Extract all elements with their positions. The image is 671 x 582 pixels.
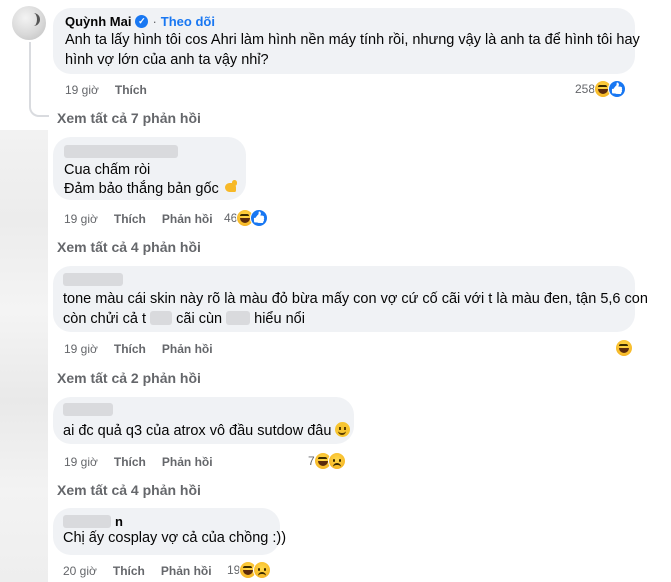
view-replies-link[interactable]: Xem tất cả 2 phản hồi (57, 370, 201, 386)
blurred-avatar-column (0, 130, 48, 582)
reply-button[interactable]: Phản hồi (161, 564, 212, 578)
follow-button[interactable]: Theo dõi (161, 14, 215, 29)
comment-text-line: ai đc quả q3 của atrox vô đầu sutdow đâu (63, 421, 351, 441)
comment-text-line: Cua chấm ròi (64, 162, 151, 178)
comment-text-line: Anh ta lấy hình tôi cos Ahri làm hình nề… (65, 32, 640, 48)
view-replies-link[interactable]: Xem tất cả 7 phản hồi (57, 110, 201, 126)
comment-text: Đảm bảo thắng bản gốc (64, 181, 219, 197)
like-button[interactable]: Thích (114, 212, 146, 226)
comment-text-line: Chị ấy cosplay vợ cả của chồng :)) (63, 530, 287, 546)
reply-button[interactable]: Phản hồi (162, 342, 213, 356)
comment-author: Quỳnh Mai ✓ · Theo dõi (65, 14, 215, 29)
sad-icon (327, 452, 346, 470)
comment-actions: 19 giờ Thích Phản hồi (64, 212, 213, 226)
haha-icon (615, 339, 633, 357)
redacted-author-name (63, 403, 113, 416)
timestamp[interactable]: 19 giờ (64, 342, 98, 356)
timestamp[interactable]: 19 giờ (65, 83, 99, 97)
smiling-face-icon (335, 422, 351, 437)
reaction-summary[interactable]: 7 (308, 452, 346, 470)
avatar[interactable] (12, 6, 46, 40)
comment-text: ai đc quả q3 của atrox vô đầu sutdow đâu (63, 423, 332, 439)
like-icon (250, 209, 269, 227)
redacted-author-name (63, 273, 123, 286)
like-button[interactable]: Thích (114, 455, 146, 469)
comment-actions: 19 giờ Thích Phản hồi (64, 342, 213, 356)
reaction-summary[interactable]: 46 (224, 209, 269, 227)
author-name[interactable]: Quỳnh Mai (65, 14, 131, 29)
thread-connector (29, 100, 49, 117)
comment-text-line: tone màu cái skin này rõ là màu đỏ bừa m… (63, 291, 648, 307)
comment-actions: 19 giờ Thích (65, 83, 147, 97)
comment-text-line: Đảm bảo thắng bản gốc (64, 179, 239, 199)
comment-text: còn chửi cả t (63, 311, 147, 327)
like-button[interactable]: Thích (113, 564, 145, 578)
like-button[interactable]: Thích (114, 342, 146, 356)
comment-actions: 20 giờ Thích Phản hồi (63, 564, 212, 578)
sad-icon (253, 561, 272, 579)
reaction-summary[interactable]: 19 (227, 561, 272, 579)
reaction-count: 258 (575, 82, 596, 96)
comment-text-line: còn chửi cả t cãi cùn hiểu nổi (63, 309, 305, 329)
redacted-author-name (63, 515, 111, 528)
redacted-text (150, 311, 173, 325)
redacted-author-name (64, 145, 178, 158)
like-button[interactable]: Thích (115, 83, 147, 97)
comment-text-line: hình vợ lớn của anh ta vậy nhỉ? (65, 52, 269, 68)
view-replies-link[interactable]: Xem tất cả 4 phản hồi (57, 239, 201, 255)
like-icon (608, 80, 627, 98)
thread-line (29, 42, 31, 104)
reaction-summary[interactable]: 258 (575, 80, 627, 98)
verified-badge-icon: ✓ (135, 15, 149, 28)
timestamp[interactable]: 20 giờ (63, 564, 97, 578)
comment-text: hiểu nổi (254, 311, 305, 327)
author-name-partial[interactable]: n (115, 514, 123, 529)
separator: · (152, 14, 157, 29)
timestamp[interactable]: 19 giờ (64, 455, 98, 469)
reaction-count: 19 (227, 563, 241, 577)
view-replies-link[interactable]: Xem tất cả 4 phản hồi (57, 482, 201, 498)
flexed-biceps-icon (223, 179, 239, 195)
comment-text: cãi cùn (176, 311, 223, 327)
reply-button[interactable]: Phản hồi (162, 455, 213, 469)
redacted-text (226, 311, 251, 325)
reaction-count: 46 (224, 211, 238, 225)
timestamp[interactable]: 19 giờ (64, 212, 98, 226)
comment-actions: 19 giờ Thích Phản hồi (64, 455, 213, 469)
reply-button[interactable]: Phản hồi (162, 212, 213, 226)
reaction-summary[interactable] (615, 339, 633, 357)
comment-author: n (63, 514, 123, 529)
